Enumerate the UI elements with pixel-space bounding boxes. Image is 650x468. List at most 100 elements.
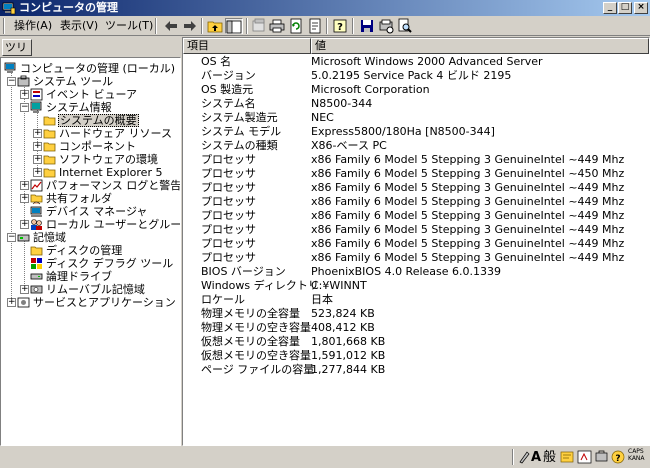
table-row[interactable]: プロセッサ x86 Family 6 Model 5 Stepping 3 Gen… [183, 153, 649, 167]
ime-pen-icon[interactable] [518, 450, 530, 464]
details-pane[interactable]: 項目 値 OS 名 Microsoft Windows 2000 Advanced… [182, 37, 650, 446]
menu-action[interactable]: 操作(A) [14, 19, 52, 34]
ime-dictionary-icon[interactable] [560, 450, 576, 464]
expand-toggle[interactable]: + [20, 220, 29, 229]
expand-toggle[interactable]: + [33, 142, 42, 151]
column-header-item[interactable]: 項目 [183, 38, 311, 54]
folder-icon [43, 142, 56, 152]
ime-input-mode-a[interactable]: A [531, 449, 541, 466]
show-tree-button[interactable] [225, 18, 243, 34]
up-folder-button[interactable] [206, 18, 224, 34]
expand-toggle[interactable]: + [20, 194, 29, 203]
menu-toolbar: 操作(A) 表示(V) ツール(T) ? [0, 16, 650, 36]
print-preview-button[interactable] [377, 18, 395, 34]
table-row[interactable]: プロセッサ x86 Family 6 Model 5 Stepping 3 Gen… [183, 237, 649, 251]
forward-button[interactable] [181, 18, 199, 34]
find-button[interactable] [396, 18, 414, 34]
collapse-toggle[interactable]: − [20, 103, 29, 112]
collapse-toggle[interactable]: − [7, 233, 16, 242]
printer-icon [269, 19, 285, 33]
collapse-toggle[interactable]: − [7, 77, 16, 86]
table-row[interactable]: プロセッサ x86 Family 6 Model 5 Stepping 3 Gen… [183, 167, 649, 181]
ime-conversion-mode[interactable]: 般 [543, 449, 556, 466]
separator [352, 18, 354, 34]
table-row[interactable]: ページ ファイルの容量 1,277,844 KB [183, 363, 649, 377]
help-icon[interactable]: ? [611, 450, 627, 464]
computer-management-icon [2, 2, 16, 15]
menu-tools[interactable]: ツール(T) [105, 19, 153, 34]
tree-line [24, 241, 25, 288]
expand-toggle[interactable]: + [7, 298, 16, 307]
print-icon [379, 19, 394, 34]
save-button[interactable] [358, 18, 376, 34]
caps-label: CAPS [628, 448, 644, 455]
menu-view[interactable]: 表示(V) [60, 19, 98, 34]
minimize-button[interactable]: _ [603, 2, 617, 14]
table-row[interactable]: OS 名 Microsoft Windows 2000 Advanced Serv… [183, 55, 649, 69]
table-row[interactable]: プロセッサ x86 Family 6 Model 5 Stepping 3 Gen… [183, 223, 649, 237]
export-icon [309, 18, 321, 34]
folder-icon [43, 168, 56, 178]
ime-caps-kana-indicator[interactable]: CAPS KANA [628, 448, 645, 462]
title-bar[interactable]: コンピュータの管理 _ □ × [0, 0, 650, 16]
expand-toggle[interactable]: + [33, 129, 42, 138]
defrag-icon [31, 258, 42, 269]
table-row[interactable]: Windows ディレクトリ C:¥WINNT [183, 279, 649, 293]
table-row[interactable]: プロセッサ x86 Family 6 Model 5 Stepping 3 Gen… [183, 251, 649, 265]
column-header-value[interactable]: 値 [311, 38, 649, 54]
folder-open-icon [43, 116, 56, 126]
table-row[interactable]: システムの種類 X86-ベース PC [183, 139, 649, 153]
performance-icon [30, 179, 43, 192]
storage-icon [17, 234, 30, 242]
close-button[interactable]: × [634, 2, 648, 14]
table-row[interactable]: システム モデル Express5800/180Ha [N8500-344] [183, 125, 649, 139]
search-icon [398, 18, 412, 33]
ime-pad-icon[interactable] [577, 450, 593, 464]
status-bar: A 般 ? CAPS KANA [0, 446, 650, 468]
window-title: コンピュータの管理 [19, 1, 118, 14]
properties-button[interactable] [250, 18, 268, 34]
ime-tools-icon[interactable] [594, 450, 610, 464]
table-row[interactable]: システム名 N8500-344 [183, 97, 649, 111]
table-row[interactable]: OS 製造元 Microsoft Corporation [183, 83, 649, 97]
refresh-button[interactable] [287, 18, 305, 34]
tree-pane[interactable]: コンピュータの管理 (ローカル) − システム ツール + イベント ビューア … [0, 57, 181, 446]
grip [3, 18, 5, 34]
expand-toggle[interactable]: + [20, 90, 29, 99]
table-row[interactable]: プロセッサ x86 Family 6 Model 5 Stepping 3 Gen… [183, 209, 649, 223]
export-list-button[interactable] [306, 18, 324, 34]
drive-icon [30, 273, 43, 280]
table-row[interactable]: ロケール 日本 [183, 293, 649, 307]
expand-toggle[interactable]: + [33, 168, 42, 177]
svg-text:?: ? [337, 22, 343, 33]
computer-management-icon [4, 62, 16, 73]
separator [326, 18, 328, 34]
folder-icon [30, 246, 43, 256]
tree-tab-bar: ツリー [0, 37, 178, 69]
table-row[interactable]: プロセッサ x86 Family 6 Model 5 Stepping 3 Gen… [183, 195, 649, 209]
table-row[interactable]: 仮想メモリの全容量 1,801,668 KB [183, 335, 649, 349]
shared-folder-icon [30, 194, 43, 205]
tree-line [11, 71, 12, 300]
back-button[interactable] [162, 18, 180, 34]
table-row[interactable]: 物理メモリの空き容量 408,412 KB [183, 321, 649, 335]
table-row[interactable]: 仮想メモリの空き容量 1,591,012 KB [183, 349, 649, 363]
table-row[interactable]: バージョン 5.0.2195 Service Pack 4 ビルド 2195 [183, 69, 649, 83]
folder-up-icon [207, 21, 223, 33]
maximize-button[interactable]: □ [618, 2, 632, 14]
ime-grip [512, 449, 514, 465]
print-button[interactable] [268, 18, 286, 34]
expand-toggle[interactable]: + [20, 285, 29, 294]
users-icon [31, 219, 42, 230]
table-row[interactable]: プロセッサ x86 Family 6 Model 5 Stepping 3 Gen… [183, 181, 649, 195]
svg-text:?: ? [615, 454, 620, 464]
table-row[interactable]: 物理メモリの全容量 523,824 KB [183, 307, 649, 321]
tree-tab[interactable]: ツリー [2, 39, 32, 69]
expand-toggle[interactable]: + [33, 155, 42, 164]
expand-toggle[interactable]: + [20, 181, 29, 190]
table-row[interactable]: システム製造元 NEC [183, 111, 649, 125]
refresh-icon [290, 18, 302, 34]
arrow-left-icon [165, 21, 177, 31]
help-button[interactable]: ? [331, 18, 349, 34]
table-row[interactable]: BIOS バージョン PhoenixBIOS 4.0 Release 6.0.13… [183, 265, 649, 279]
